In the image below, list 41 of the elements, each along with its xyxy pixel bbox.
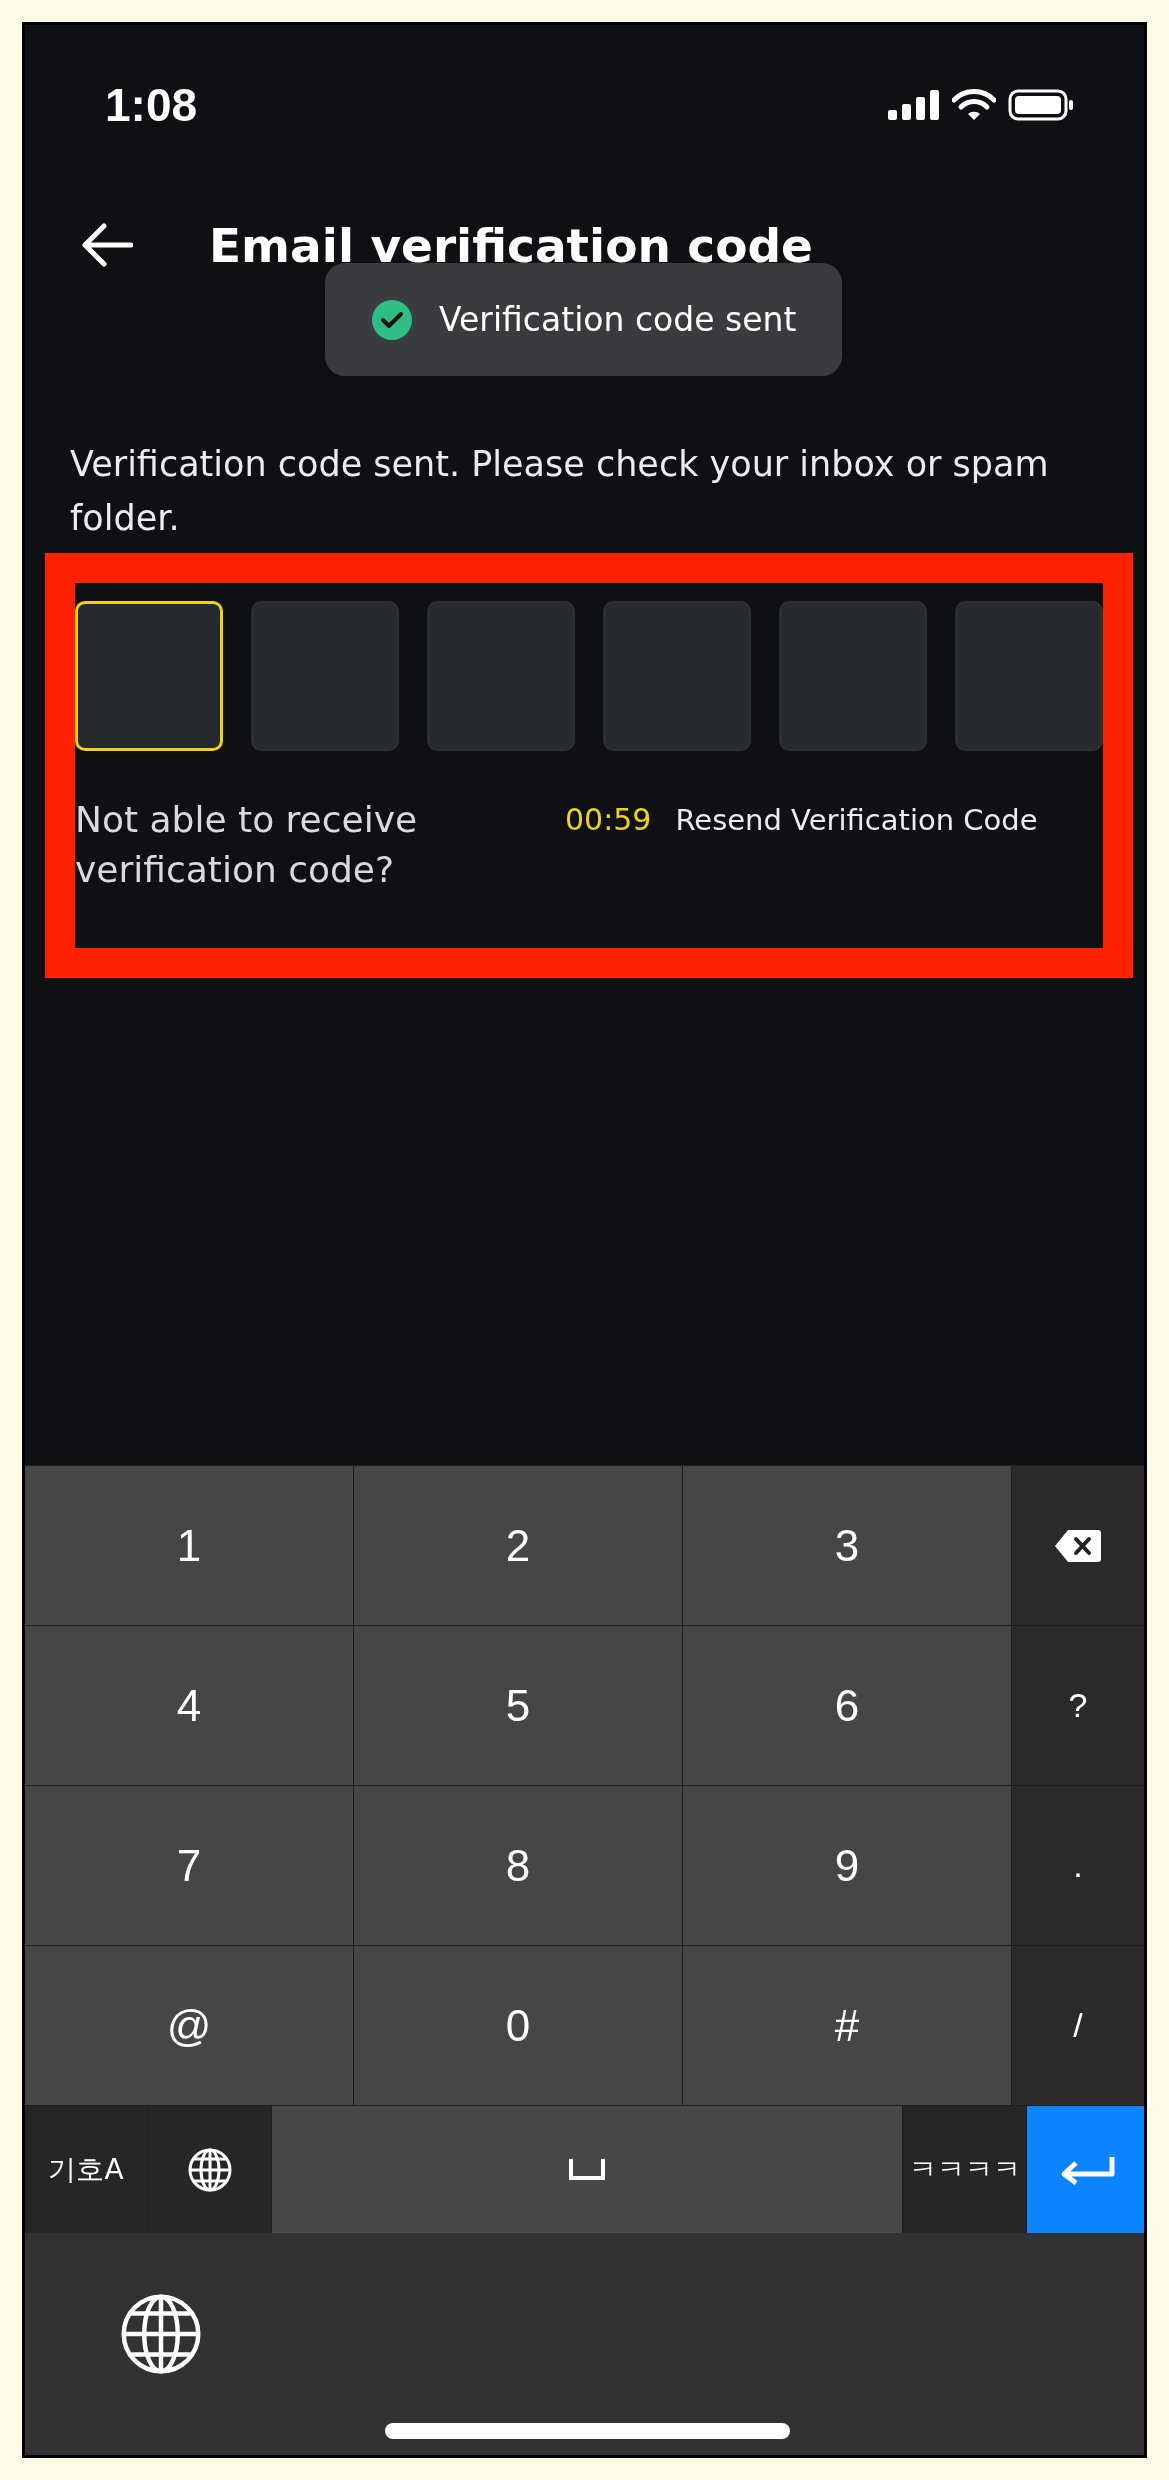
keyboard-key[interactable]: ? [1012,1626,1144,1785]
keyboard-key[interactable]: 1 [25,1466,353,1625]
wifi-icon [952,89,996,121]
code-input-field[interactable] [779,601,927,751]
back-arrow-icon[interactable] [81,223,133,267]
keyboard-key[interactable]: 0 [354,1946,682,2105]
code-input-field[interactable] [251,601,399,751]
keyboard-key[interactable]: 9 [683,1786,1011,1945]
enter-key[interactable] [1027,2106,1144,2233]
keyboard-key[interactable]: / [1012,1946,1144,2105]
resend-link[interactable]: Resend Verification Code [675,795,1038,845]
signal-icon [888,90,940,120]
battery-icon [1008,89,1074,121]
backspace-icon [1054,1528,1102,1563]
instruction-text: Verification code sent. Please check your inbox or spam folder. [69,443,1050,540]
status-time: 1:08 [105,78,198,132]
code-input-field[interactable] [955,601,1103,751]
keyboard-key[interactable]: 3 [683,1466,1011,1625]
keyboard-key[interactable]: . [1012,1786,1144,1945]
backspace-key[interactable] [1012,1466,1144,1625]
keyboard-key[interactable]: 8 [354,1786,682,1945]
keyboard-key[interactable]: 기호A [25,2106,147,2233]
language-key[interactable] [148,2106,271,2233]
keyboard-key[interactable]: 6 [683,1626,1011,1785]
globe-icon [187,2147,232,2192]
keyboard-key[interactable]: 7 [25,1786,353,1945]
keyboard-key[interactable]: ㅋㅋㅋㅋ [903,2106,1026,2233]
keyboard-key[interactable]: @ [25,1946,353,2105]
code-input-field[interactable] [427,601,575,751]
keyboard-key[interactable]: # [683,1946,1011,2105]
keyboard-key[interactable]: 2 [354,1466,682,1625]
space-icon [569,2158,605,2181]
globe-icon[interactable] [120,2293,202,2375]
toast-text: Verification code sent [439,300,797,339]
help-link[interactable]: Not able to receive verification code? [75,795,515,895]
keyboard-key[interactable]: 4 [25,1626,353,1785]
countdown-timer: 00:59 [565,801,652,839]
page-title: Email verification code [209,217,813,273]
keyboard-key[interactable]: 5 [354,1626,682,1785]
check-circle-icon [371,298,413,341]
code-input-field[interactable] [603,601,751,751]
